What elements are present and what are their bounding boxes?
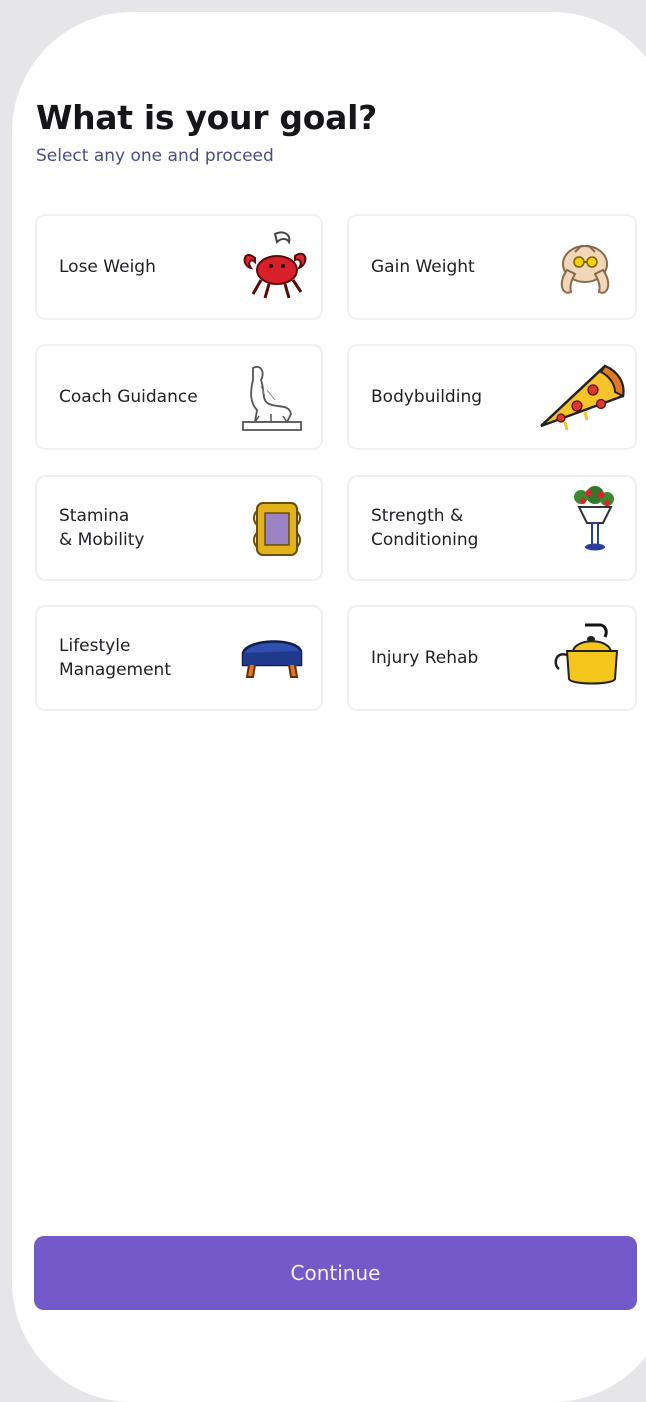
- greyhound-statue-icon: [231, 360, 311, 436]
- ottoman-icon: [231, 621, 311, 697]
- goal-card-coach-guidance[interactable]: Coach Guidance: [35, 344, 323, 450]
- goal-card-label: Coach Guidance: [59, 387, 198, 407]
- goal-card-label: Gain Weight: [371, 257, 475, 277]
- roast-chicken-icon: [545, 230, 625, 306]
- goal-card-strength-conditioning[interactable]: Strength & Conditioning: [347, 475, 637, 581]
- page-title: What is your goal?: [36, 98, 377, 137]
- phone-screen: What is your goal? Select any one and pr…: [12, 12, 646, 1402]
- goal-card-injury-rehab[interactable]: Injury Rehab: [347, 605, 637, 711]
- goal-card-label: Stamina & Mobility: [59, 506, 145, 550]
- lobster-icon: [231, 230, 311, 306]
- flower-vase-icon: [545, 483, 625, 559]
- goal-card-gain-weight[interactable]: Gain Weight: [347, 214, 637, 320]
- picture-frame-icon: [231, 491, 311, 567]
- teapot-icon: [545, 621, 625, 697]
- goal-card-lose-weight[interactable]: Lose Weigh: [35, 214, 323, 320]
- goal-card-label: Lose Weigh: [59, 257, 156, 277]
- goal-card-bodybuilding[interactable]: Bodybuilding: [347, 344, 637, 450]
- goal-card-lifestyle-management[interactable]: Lifestyle Management: [35, 605, 323, 711]
- continue-button[interactable]: Continue: [34, 1236, 637, 1310]
- goal-card-stamina-mobility[interactable]: Stamina & Mobility: [35, 475, 323, 581]
- goal-card-label: Lifestyle Management: [59, 636, 171, 680]
- goal-card-label: Bodybuilding: [371, 387, 483, 407]
- pizza-slice-icon: [535, 360, 631, 436]
- goal-card-label: Strength & Conditioning: [371, 506, 479, 550]
- page-subtitle: Select any one and proceed: [36, 146, 274, 166]
- goal-card-label: Injury Rehab: [371, 648, 479, 668]
